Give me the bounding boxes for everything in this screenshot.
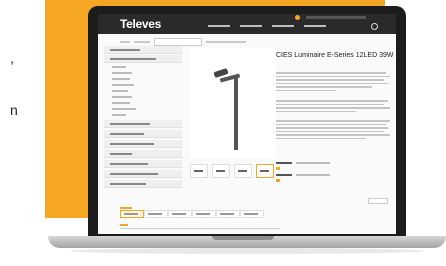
sidebar-subitem[interactable] bbox=[112, 78, 130, 80]
sidebar-subitem[interactable] bbox=[112, 96, 132, 98]
description-paragraph bbox=[276, 120, 390, 141]
nav-item[interactable] bbox=[272, 25, 294, 27]
sidebar-item[interactable] bbox=[104, 150, 182, 158]
thumbnail[interactable] bbox=[212, 164, 230, 178]
header-top-links[interactable] bbox=[306, 16, 366, 19]
sidebar-item[interactable] bbox=[104, 140, 182, 148]
sidebar-item[interactable] bbox=[104, 130, 182, 138]
tab[interactable] bbox=[240, 210, 264, 218]
sidebar-item[interactable] bbox=[104, 180, 182, 188]
tab[interactable] bbox=[144, 210, 168, 218]
product-tabs bbox=[120, 210, 264, 218]
sidebar-subitem[interactable] bbox=[112, 102, 130, 104]
luminaire-pole bbox=[234, 78, 238, 150]
sidebar-subitem[interactable] bbox=[112, 66, 126, 68]
breadcrumb bbox=[120, 38, 246, 46]
laptop-shadow bbox=[70, 248, 424, 254]
sidebar-item[interactable] bbox=[104, 120, 182, 128]
site-logo[interactable]: Televes bbox=[120, 17, 161, 31]
description-paragraph bbox=[276, 72, 390, 93]
action-button[interactable] bbox=[368, 198, 388, 204]
sidebar-item[interactable] bbox=[104, 170, 182, 178]
nav-item[interactable] bbox=[304, 25, 326, 27]
breadcrumb-select[interactable] bbox=[154, 38, 202, 46]
sidebar-item[interactable] bbox=[104, 46, 182, 54]
sidebar-subitem[interactable] bbox=[112, 90, 128, 92]
tab[interactable] bbox=[120, 210, 144, 218]
product-title: CIES Luminaire E-Series 12LED 39W bbox=[276, 52, 394, 59]
reference-row bbox=[276, 162, 330, 164]
main-nav bbox=[208, 25, 326, 27]
site-header: Televes bbox=[98, 14, 396, 34]
side-text-line-2: n bbox=[10, 102, 18, 118]
reference-row bbox=[276, 174, 330, 176]
sidebar-subitem[interactable] bbox=[112, 84, 134, 86]
laptop-notch bbox=[212, 236, 274, 240]
category-sidebar bbox=[104, 46, 182, 216]
sidebar-subitem[interactable] bbox=[112, 108, 136, 110]
nav-item[interactable] bbox=[208, 25, 230, 27]
side-text-line-1: , bbox=[10, 50, 14, 66]
reference-badge bbox=[276, 179, 280, 182]
sidebar-item[interactable] bbox=[104, 55, 182, 63]
tab[interactable] bbox=[168, 210, 192, 218]
tab-content bbox=[120, 224, 280, 231]
description-paragraph bbox=[276, 100, 390, 114]
sidebar-subitem[interactable] bbox=[112, 114, 126, 116]
search-icon[interactable] bbox=[371, 23, 378, 30]
breadcrumb-item[interactable] bbox=[134, 41, 150, 43]
nav-item[interactable] bbox=[240, 25, 262, 27]
reference-badge bbox=[276, 167, 280, 170]
product-image[interactable] bbox=[190, 48, 276, 158]
section-accent bbox=[120, 207, 132, 209]
thumbnail[interactable] bbox=[234, 164, 252, 178]
sidebar-item[interactable] bbox=[104, 160, 182, 168]
product-thumbnails bbox=[190, 164, 274, 178]
sidebar-subitem[interactable] bbox=[112, 72, 132, 74]
breadcrumb-item[interactable] bbox=[206, 41, 246, 43]
thumbnail[interactable] bbox=[190, 164, 208, 178]
thumbnail-selected[interactable] bbox=[256, 164, 274, 178]
header-accent-dot bbox=[295, 15, 300, 20]
laptop-screen: Televes CIES Luminaire E-Series 12LED 39… bbox=[98, 14, 396, 234]
breadcrumb-item[interactable] bbox=[120, 41, 130, 43]
references-block bbox=[276, 162, 330, 186]
tab[interactable] bbox=[192, 210, 216, 218]
tab[interactable] bbox=[216, 210, 240, 218]
